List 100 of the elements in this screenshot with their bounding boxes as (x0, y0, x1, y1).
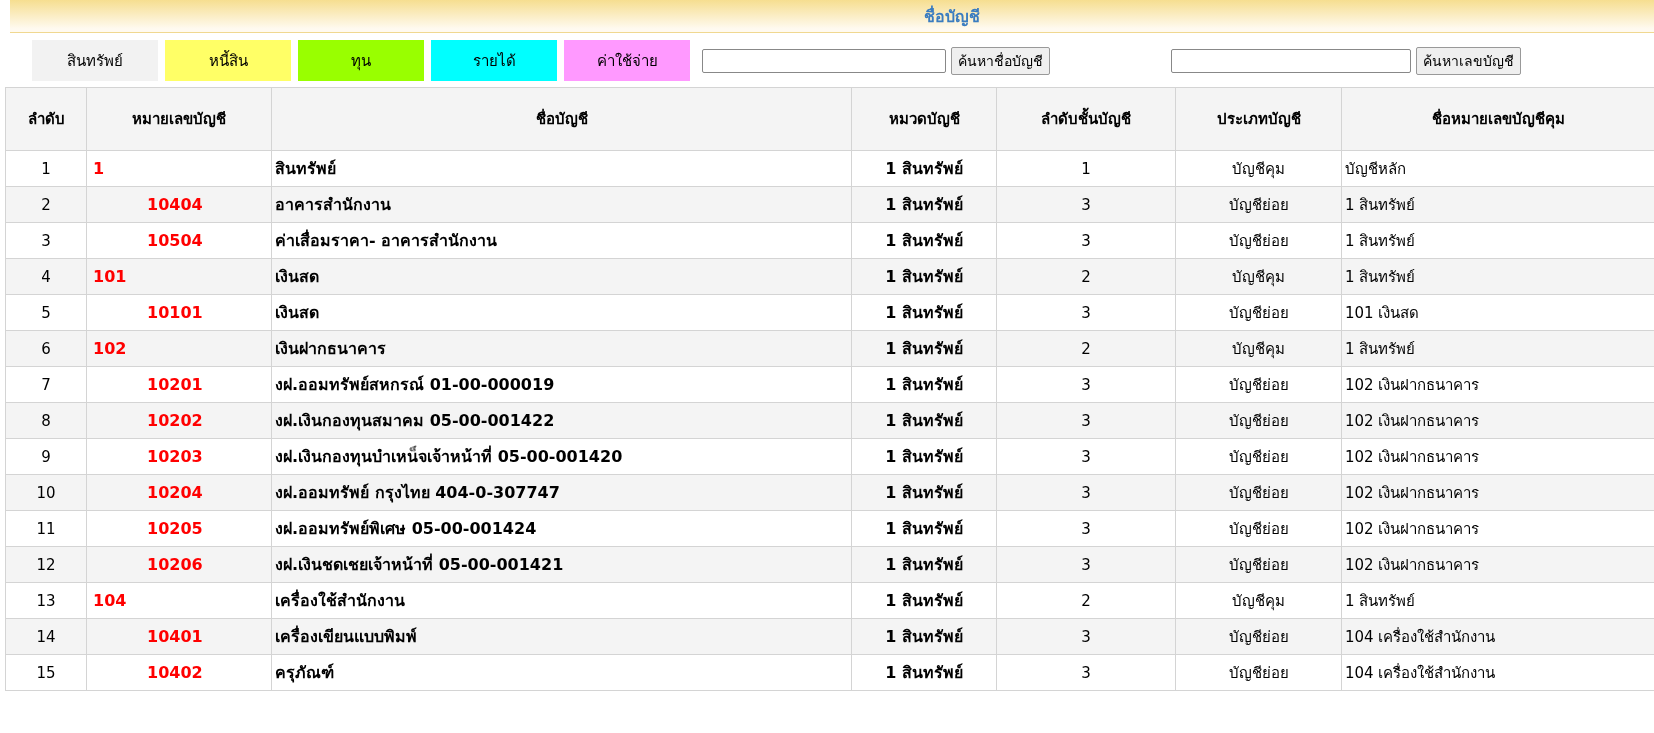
category-filter-button[interactable]: ค่าใช้จ่าย (564, 40, 690, 81)
table-cell: 2 (996, 582, 1176, 619)
account-number: 10101 (147, 303, 203, 322)
account-number: 10204 (147, 483, 203, 502)
table-cell: บัญชีย่อย (1175, 186, 1342, 223)
table-cell: 3 (996, 294, 1176, 331)
table-cell: สินทรัพย์ (271, 150, 852, 187)
search-button[interactable]: ค้นหาเลขบัญชี (1416, 46, 1521, 75)
category-filter-button[interactable]: สินทรัพย์ (32, 40, 158, 81)
search-field[interactable] (702, 48, 946, 73)
column-header: ประเภทบัญชี (1175, 87, 1342, 151)
account-number: 101 (93, 267, 127, 286)
table-cell: 1 สินทรัพย์ (851, 654, 997, 691)
table-cell: 3 (996, 654, 1176, 691)
category-filter-button[interactable]: รายได้ (431, 40, 557, 81)
table-cell: 1 สินทรัพย์ (851, 546, 997, 583)
table-cell: 1 สินทรัพย์ (851, 438, 997, 475)
table-cell: 2 (5, 186, 87, 223)
table-cell: งฝ.ออมทรัพย์พิเศษ 05-00-001424 (271, 510, 852, 547)
table-cell: 4 (5, 258, 87, 295)
table-cell: งฝ.เงินชดเชยเจ้าหน้าที่ 05-00-001421 (271, 546, 852, 583)
page-title: ชื่อบัญชี (923, 4, 980, 29)
table-cell: 3 (996, 186, 1176, 223)
table-cell: 3 (996, 402, 1176, 439)
table-cell: 10 (5, 474, 87, 511)
account-number: 10504 (147, 231, 203, 250)
table-cell: 9 (5, 438, 87, 475)
table-cell: 1 สินทรัพย์ (1341, 330, 1654, 367)
table-cell: เงินฝากธนาคาร (271, 330, 852, 367)
column-header: ชื่อหมายเลขบัญชีคุม (1341, 87, 1654, 151)
table-cell: บัญชีคุม (1175, 258, 1342, 295)
table-cell: 1 สินทรัพย์ (851, 222, 997, 259)
table-cell: 1 สินทรัพย์ (851, 402, 997, 439)
table-cell: 2 (996, 330, 1176, 367)
table-cell: 1 สินทรัพย์ (851, 150, 997, 187)
table-cell: 1 สินทรัพย์ (1341, 186, 1654, 223)
search-field[interactable] (1171, 48, 1411, 73)
column-header: ลำดับ (5, 87, 87, 151)
account-number: 10203 (147, 447, 203, 466)
table-cell: บัญชีคุม (1175, 150, 1342, 187)
table-cell: 1 สินทรัพย์ (851, 186, 997, 223)
category-filter-button[interactable]: ทุน (298, 40, 424, 81)
table-cell: 3 (5, 222, 87, 259)
table-cell: 14 (5, 618, 87, 655)
table-cell: 3 (996, 438, 1176, 475)
table-cell: เครื่องเขียนแบบพิมพ์ (271, 618, 852, 655)
table-cell: เครื่องใช้สำนักงาน (271, 582, 852, 619)
table-cell: 3 (996, 222, 1176, 259)
table-cell: 12 (5, 546, 87, 583)
table-cell: เงินสด (271, 294, 852, 331)
category-filter-button[interactable]: หนี้สิน (165, 40, 291, 81)
table-cell: 3 (996, 618, 1176, 655)
account-number: 10202 (147, 411, 203, 430)
account-number: 10404 (147, 195, 203, 214)
table-cell: บัญชีคุม (1175, 582, 1342, 619)
account-number: 1 (93, 159, 105, 178)
account-number: 10401 (147, 627, 203, 646)
table-cell: 1 สินทรัพย์ (851, 330, 997, 367)
table-cell: 13 (5, 582, 87, 619)
table-cell: 102 เงินฝากธนาคาร (1341, 474, 1654, 511)
table-cell: 102 เงินฝากธนาคาร (1341, 546, 1654, 583)
table-cell: บัญชีย่อย (1175, 618, 1342, 655)
account-number: 10206 (147, 555, 203, 574)
account-number: 10205 (147, 519, 203, 538)
table-cell: 1 สินทรัพย์ (851, 294, 997, 331)
table-cell: บัญชีคุม (1175, 330, 1342, 367)
table-cell: 3 (996, 510, 1176, 547)
table-cell: 11 (5, 510, 87, 547)
table-cell: 1 สินทรัพย์ (851, 474, 997, 511)
table-cell: บัญชีย่อย (1175, 510, 1342, 547)
table-cell: 1 สินทรัพย์ (1341, 258, 1654, 295)
table-cell: อาคารสำนักงาน (271, 186, 852, 223)
table-cell: 1 สินทรัพย์ (851, 258, 997, 295)
column-header: หมวดบัญชี (851, 87, 997, 151)
table-cell: บัญชีย่อย (1175, 654, 1342, 691)
table-cell: 3 (996, 474, 1176, 511)
table-cell: บัญชีย่อย (1175, 438, 1342, 475)
table-cell: 104 เครื่องใช้สำนักงาน (1341, 618, 1654, 655)
table-cell: งฝ.ออมทรัพย์สหกรณ์ 01-00-000019 (271, 366, 852, 403)
table-cell: 1 สินทรัพย์ (851, 618, 997, 655)
table-cell: 6 (5, 330, 87, 367)
table-cell: งฝ.เงินกองทุนบำเหน็จเจ้าหน้าที่ 05-00-001420 (271, 438, 852, 475)
account-number: 10201 (147, 375, 203, 394)
table-cell: บัญชีย่อย (1175, 474, 1342, 511)
column-header: ชื่อบัญชี (271, 87, 852, 151)
column-header: ลำดับชั้นบัญชี (996, 87, 1176, 151)
table-cell: บัญชีย่อย (1175, 294, 1342, 331)
table-cell: 1 สินทรัพย์ (851, 582, 997, 619)
table-cell: 3 (996, 546, 1176, 583)
search-button[interactable]: ค้นหาชื่อบัญชี (951, 46, 1050, 75)
table-cell: เงินสด (271, 258, 852, 295)
table-cell: บัญชีย่อย (1175, 402, 1342, 439)
table-cell: 3 (996, 366, 1176, 403)
table-cell: งฝ.เงินกองทุนสมาคม 05-00-001422 (271, 402, 852, 439)
table-cell: 1 (996, 150, 1176, 187)
table-cell: บัญชีย่อย (1175, 366, 1342, 403)
table-cell: 8 (5, 402, 87, 439)
table-cell: 1 สินทรัพย์ (851, 510, 997, 547)
table-cell: 5 (5, 294, 87, 331)
table-cell: 102 เงินฝากธนาคาร (1341, 402, 1654, 439)
